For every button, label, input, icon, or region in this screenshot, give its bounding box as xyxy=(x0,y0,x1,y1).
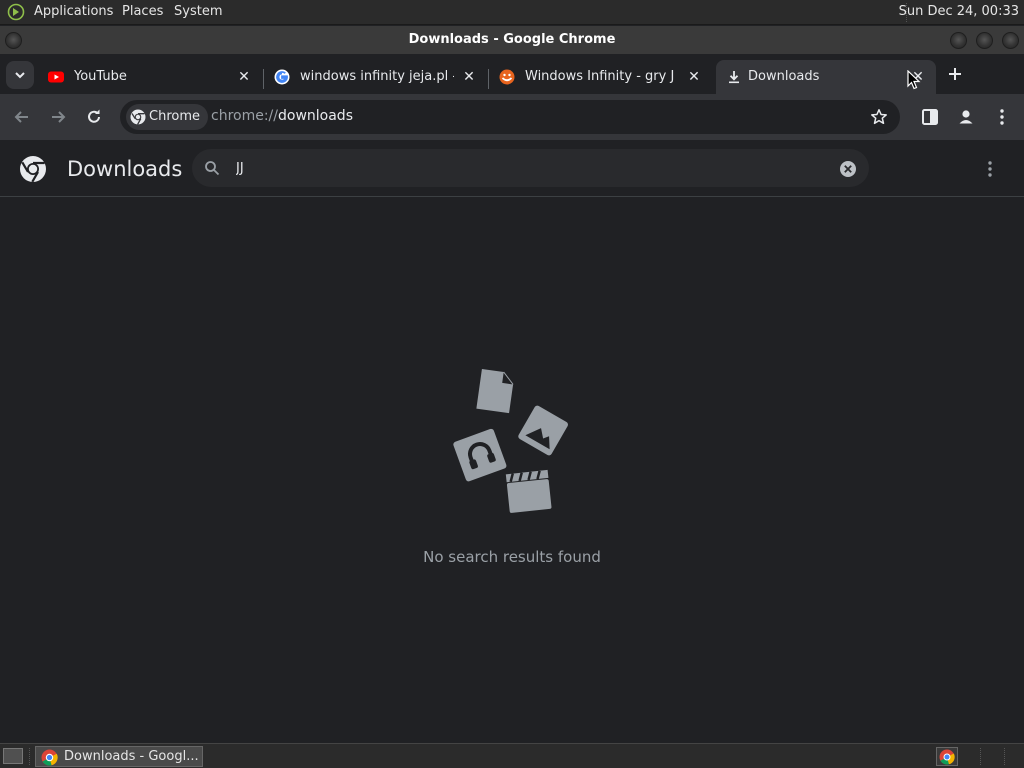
forward-arrow-icon[interactable] xyxy=(46,105,70,129)
profile-icon[interactable] xyxy=(954,105,978,129)
search-icon xyxy=(205,161,220,176)
taskbar-window-button[interactable]: Downloads - Googl... xyxy=(35,746,203,767)
more-actions-icon[interactable] xyxy=(980,158,1000,180)
distro-logo-icon[interactable] xyxy=(6,3,26,21)
address-bar[interactable]: Chrome chrome://downloads xyxy=(120,100,900,134)
taskbar-separator xyxy=(29,748,30,765)
close-tab-icon[interactable]: ✕ xyxy=(684,67,704,87)
window-title-bar[interactable]: Downloads - Google Chrome xyxy=(0,26,1024,54)
tab-title: Downloads xyxy=(748,69,820,84)
tab-downloads[interactable]: Downloads ✕ xyxy=(716,60,936,94)
chrome-icon xyxy=(939,749,955,765)
url-scheme: chrome:// xyxy=(211,108,278,124)
mouse-cursor-icon xyxy=(907,70,921,90)
tab-youtube[interactable]: YouTube ✕ xyxy=(38,60,260,94)
url-text[interactable]: chrome://downloads xyxy=(211,108,353,124)
new-tab-button[interactable] xyxy=(944,63,966,85)
browser-toolbar: Chrome chrome://downloads xyxy=(0,94,1024,140)
bookmark-star-icon[interactable] xyxy=(870,108,888,126)
clock[interactable]: Sun Dec 24, 00:33 xyxy=(899,4,1019,19)
tab-title: Windows Infinity - gry Jeja xyxy=(525,69,674,84)
window-menu-button[interactable] xyxy=(5,32,22,49)
chrome-icon xyxy=(41,749,58,766)
kebab-menu-icon[interactable] xyxy=(990,105,1014,129)
plus-icon xyxy=(949,68,961,80)
downloads-header: Downloads xyxy=(0,140,1024,197)
tab-strip: YouTube ✕ windows infinity jeja.pl - Go … xyxy=(0,54,1024,94)
tab-search-button[interactable] xyxy=(6,61,34,89)
download-icon xyxy=(729,71,739,84)
origin-chip[interactable]: Chrome xyxy=(126,104,208,130)
menu-places[interactable]: Places xyxy=(122,4,163,19)
side-panel-icon[interactable] xyxy=(918,105,942,129)
empty-downloads-illustration-icon xyxy=(453,368,568,513)
show-desktop-button[interactable] xyxy=(3,748,23,764)
desktop-top-panel: Applications Places System Sun Dec 24, 0… xyxy=(0,0,1024,25)
clear-search-icon[interactable] xyxy=(839,160,857,178)
tray-chrome-icon[interactable] xyxy=(936,747,958,766)
close-window-button[interactable] xyxy=(1002,32,1019,49)
tab-title: YouTube xyxy=(74,69,127,84)
maximize-button[interactable] xyxy=(976,32,993,49)
tab-google-search[interactable]: windows infinity jeja.pl - Go ✕ xyxy=(264,60,486,94)
url-host: downloads xyxy=(278,108,353,124)
chrome-icon xyxy=(130,109,146,125)
reload-icon[interactable] xyxy=(82,105,106,129)
search-input[interactable] xyxy=(236,158,826,178)
menu-system[interactable]: System xyxy=(174,4,222,19)
taskbar-separator xyxy=(1004,748,1005,765)
tab-title: windows infinity jeja.pl - Go xyxy=(300,69,454,84)
taskbar-window-label: Downloads - Googl... xyxy=(64,749,199,764)
tab-jeja[interactable]: Windows Infinity - gry Jeja ✕ xyxy=(489,60,711,94)
menu-applications[interactable]: Applications xyxy=(34,4,113,19)
chevron-down-icon xyxy=(15,72,25,79)
jeja-icon xyxy=(499,69,515,85)
taskbar-separator xyxy=(980,748,981,765)
window-title: Downloads - Google Chrome xyxy=(408,32,616,47)
downloads-list-area: No search results found xyxy=(0,198,1024,743)
page-title: Downloads xyxy=(67,157,183,181)
back-arrow-icon[interactable] xyxy=(10,105,34,129)
chrome-logo-icon xyxy=(20,156,46,183)
google-icon xyxy=(274,69,290,85)
close-tab-icon[interactable]: ✕ xyxy=(234,67,254,87)
youtube-icon xyxy=(48,71,64,83)
empty-state-message: No search results found xyxy=(423,548,601,566)
downloads-search-box[interactable] xyxy=(192,149,869,187)
minimize-button[interactable] xyxy=(950,32,967,49)
bottom-taskbar: Downloads - Googl... xyxy=(0,743,1024,768)
close-tab-icon[interactable]: ✕ xyxy=(459,67,479,87)
